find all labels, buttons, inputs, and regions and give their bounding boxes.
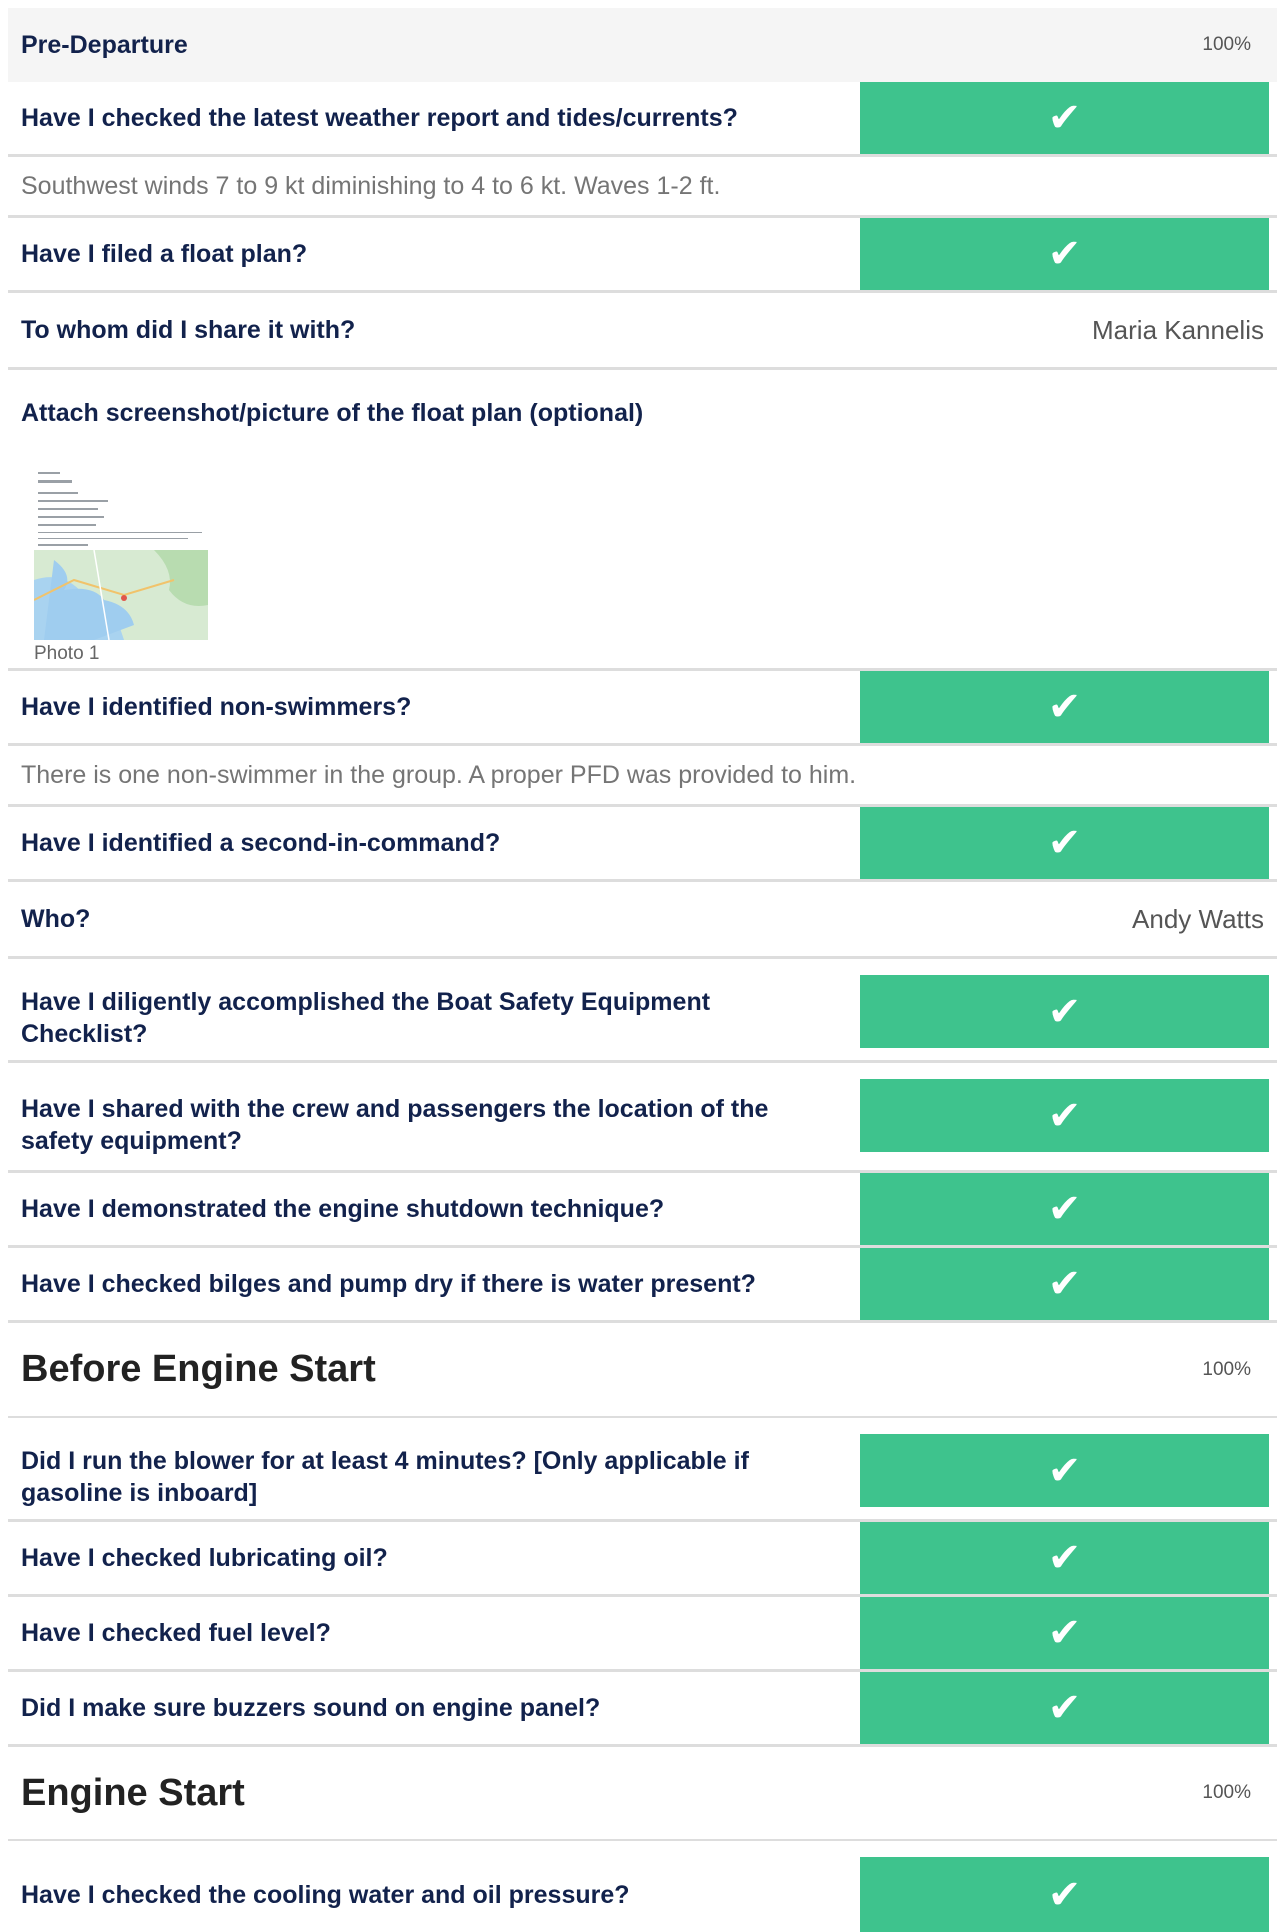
check-icon[interactable]: ✔ [860, 82, 1269, 154]
check-icon[interactable]: ✔ [860, 1597, 1269, 1669]
checklist-item-buzzers: Did I make sure buzzers sound on engine … [8, 1672, 1277, 1747]
checklist-item-shared-location: Have I shared with the crew and passenge… [8, 1079, 1277, 1173]
checklist-item-safety-checklist: Have I diligently accomplished the Boat … [8, 975, 1277, 1063]
checklist-item-float-plan: Have I filed a float plan? ✔ [8, 218, 1277, 293]
section-header-engine-start: Engine Start 100% [8, 1747, 1277, 1841]
question: Have I demonstrated the engine shutdown … [21, 1195, 665, 1223]
question: Have I checked the cooling water and oil… [21, 1880, 630, 1909]
question: Have I filed a float plan? [21, 240, 308, 268]
answer-value: Maria Kannelis [1092, 314, 1264, 345]
section-header-before-engine-start: Before Engine Start 100% [8, 1323, 1277, 1418]
check-icon[interactable]: ✔ [860, 807, 1269, 879]
check-icon[interactable]: ✔ [860, 1248, 1269, 1320]
inspection-report: Pre-Departure 100% Have I checked the la… [0, 8, 1277, 1932]
checklist-item-second-in-command: Have I identified a second-in-command? ✔ [8, 807, 1277, 882]
checklist-item-non-swimmers: Have I identified non-swimmers? ✔ [8, 671, 1277, 746]
section-percent: 100% [1202, 1782, 1251, 1803]
question: Have I checked bilges and pump dry if th… [21, 1270, 756, 1298]
question: To whom did I share it with? [21, 315, 356, 344]
question: Have I identified a second-in-command? [21, 829, 501, 857]
question: Have I checked fuel level? [21, 1619, 331, 1647]
check-icon[interactable]: ✔ [860, 1857, 1269, 1932]
checklist-item-lube-oil: Have I checked lubricating oil? ✔ [8, 1522, 1277, 1597]
check-icon[interactable]: ✔ [860, 1672, 1269, 1744]
question: Attach screenshot/picture of the float p… [21, 399, 644, 427]
checklist-item-fuel-level: Have I checked fuel level? ✔ [8, 1597, 1277, 1672]
checklist-item-weather: Have I checked the latest weather report… [8, 82, 1277, 157]
float-plan-photo-thumbnail[interactable] [34, 464, 208, 640]
checklist-item-cooling-water: Have I checked the cooling water and oil… [8, 1857, 1277, 1932]
check-icon[interactable]: ✔ [860, 671, 1269, 743]
question: Did I run the blower for at least 4 minu… [21, 1446, 749, 1507]
check-icon[interactable]: ✔ [860, 1173, 1269, 1245]
question: Have I checked lubricating oil? [21, 1544, 388, 1572]
answer-row-shared-with: To whom did I share it with? Maria Kanne… [8, 293, 1277, 370]
map-image [34, 549, 208, 640]
check-icon[interactable]: ✔ [860, 218, 1269, 290]
section-title: Before Engine Start [21, 1348, 376, 1390]
check-icon[interactable]: ✔ [860, 975, 1269, 1048]
checklist-item-blower: Did I run the blower for at least 4 minu… [8, 1434, 1277, 1522]
checklist-item-engine-shutdown: Have I demonstrated the engine shutdown … [8, 1173, 1277, 1248]
answer-value: Andy Watts [1132, 903, 1264, 934]
question: Did I make sure buzzers sound on engine … [21, 1694, 601, 1722]
question: Have I checked the latest weather report… [21, 104, 738, 132]
question: Who? [21, 904, 91, 933]
photo-caption: Photo 1 [34, 643, 100, 664]
section-header-pre-departure: Pre-Departure 100% [8, 8, 1277, 82]
check-icon[interactable]: ✔ [860, 1079, 1269, 1152]
item-note: There is one non-swimmer in the group. A… [8, 746, 1277, 807]
section-title: Pre-Departure [21, 30, 188, 59]
answer-row-who: Who? Andy Watts [8, 882, 1277, 959]
section-percent: 100% [1202, 1358, 1251, 1380]
question: Have I shared with the crew and passenge… [21, 1094, 769, 1155]
checklist-item-bilges: Have I checked bilges and pump dry if th… [8, 1248, 1277, 1323]
question: Have I diligently accomplished the Boat … [21, 987, 711, 1048]
attachment-section: Attach screenshot/picture of the float p… [8, 370, 1277, 671]
check-icon[interactable]: ✔ [860, 1434, 1269, 1507]
section-title: Engine Start [21, 1771, 245, 1814]
section-percent: 100% [1202, 34, 1251, 55]
item-note: Southwest winds 7 to 9 kt diminishing to… [8, 157, 1277, 218]
check-icon[interactable]: ✔ [860, 1522, 1269, 1594]
question: Have I identified non-swimmers? [21, 693, 412, 721]
